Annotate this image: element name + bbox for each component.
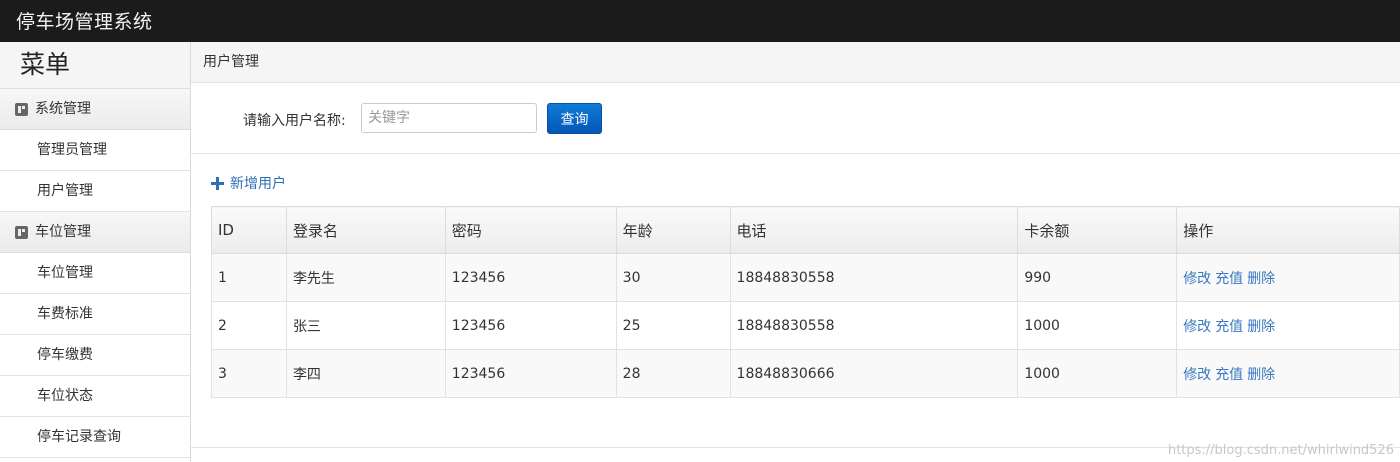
- edit-link[interactable]: 修改: [1183, 319, 1211, 335]
- sidebar-group-system[interactable]: 系统管理: [0, 89, 190, 130]
- search-button[interactable]: 查询: [547, 103, 602, 134]
- sidebar-item-space-management[interactable]: 车位管理: [0, 253, 190, 294]
- edit-link[interactable]: 修改: [1183, 367, 1211, 383]
- delete-link[interactable]: 删除: [1247, 271, 1275, 287]
- category-icon: [15, 102, 28, 116]
- cell-phone: 18848830558: [729, 301, 1019, 350]
- cell-balance: 990: [1017, 253, 1178, 302]
- table-header-row: ID 登录名 密码 年龄 电话 卡余额 操作: [211, 206, 1400, 254]
- cell-age: 25: [615, 301, 731, 350]
- cell-age: 28: [615, 349, 731, 398]
- table-row: 1 李先生 123456 30 18848830558 990 修改 充值 删除: [211, 253, 1400, 302]
- top-navbar: 停车场管理系统: [0, 0, 1400, 42]
- cell-age: 30: [615, 253, 731, 302]
- cell-id: 1: [211, 253, 287, 302]
- cell-id: 3: [211, 349, 287, 398]
- column-header: 操作: [1176, 206, 1400, 254]
- cell-password: 123456: [444, 301, 617, 350]
- table-row: 2 张三 123456 25 18848830558 1000 修改 充值 删除: [211, 301, 1400, 350]
- cell-login: 李四: [285, 349, 446, 398]
- recharge-link[interactable]: 充值: [1215, 367, 1243, 383]
- add-user-label: 新增用户: [230, 176, 286, 192]
- menu-title: 菜单: [0, 42, 190, 89]
- cell-balance: 1000: [1017, 301, 1178, 350]
- search-label: 请输入用户名称:: [243, 113, 346, 129]
- sidebar-item-fee-standard[interactable]: 车费标准: [0, 294, 190, 335]
- cell-phone: 18848830666: [729, 349, 1019, 398]
- table-row: 3 李四 123456 28 18848830666 1000 修改 充值 删除: [211, 349, 1400, 398]
- cell-login: 李先生: [285, 253, 446, 302]
- watermark: https://blog.csdn.net/whirlwind526: [1167, 443, 1394, 458]
- search-bar: 请输入用户名称: 查询: [191, 83, 1400, 154]
- column-header: 登录名: [285, 206, 446, 254]
- edit-link[interactable]: 修改: [1183, 271, 1211, 287]
- sidebar: 菜单 系统管理 管理员管理 用户管理 车位管理 车位管理 车费标准 停车缴费 车…: [0, 42, 191, 462]
- cell-id: 2: [211, 301, 287, 350]
- cell-actions: 修改 充值 删除: [1176, 253, 1400, 302]
- cell-login: 张三: [285, 301, 446, 350]
- cell-phone: 18848830558: [729, 253, 1019, 302]
- search-input[interactable]: [361, 103, 537, 133]
- recharge-link[interactable]: 充值: [1215, 319, 1243, 335]
- delete-link[interactable]: 删除: [1247, 367, 1275, 383]
- recharge-link[interactable]: 充值: [1215, 271, 1243, 287]
- plus-icon: [211, 176, 224, 190]
- sidebar-group-label: 系统管理: [35, 101, 91, 117]
- sidebar-item-admin-management[interactable]: 管理员管理: [0, 130, 190, 171]
- breadcrumb: 用户管理: [191, 42, 1400, 83]
- column-header: 密码: [444, 206, 617, 254]
- sidebar-group-parking[interactable]: 车位管理: [0, 212, 190, 253]
- column-header: 电话: [729, 206, 1019, 254]
- cell-actions: 修改 充值 删除: [1176, 301, 1400, 350]
- category-icon: [15, 225, 28, 239]
- sidebar-group-label: 车位管理: [35, 224, 91, 240]
- cell-password: 123456: [444, 253, 617, 302]
- sidebar-item-parking-payment[interactable]: 停车缴费: [0, 335, 190, 376]
- cell-password: 123456: [444, 349, 617, 398]
- cell-balance: 1000: [1017, 349, 1178, 398]
- main-content: 用户管理 请输入用户名称: 查询 新增用户 ID 登录名 密码 年龄 电话 卡余…: [191, 42, 1400, 462]
- add-user-button[interactable]: 新增用户: [211, 173, 286, 193]
- app-title: 停车场管理系统: [16, 11, 153, 33]
- user-table: ID 登录名 密码 年龄 电话 卡余额 操作 1 李先生 123456 30 1…: [211, 206, 1400, 398]
- sidebar-item-parking-records[interactable]: 停车记录查询: [0, 417, 190, 458]
- column-header: 年龄: [615, 206, 731, 254]
- column-header: ID: [211, 206, 287, 254]
- column-header: 卡余额: [1017, 206, 1178, 254]
- cell-actions: 修改 充值 删除: [1176, 349, 1400, 398]
- sidebar-item-space-status[interactable]: 车位状态: [0, 376, 190, 417]
- sidebar-item-user-management[interactable]: 用户管理: [0, 171, 190, 212]
- delete-link[interactable]: 删除: [1247, 319, 1275, 335]
